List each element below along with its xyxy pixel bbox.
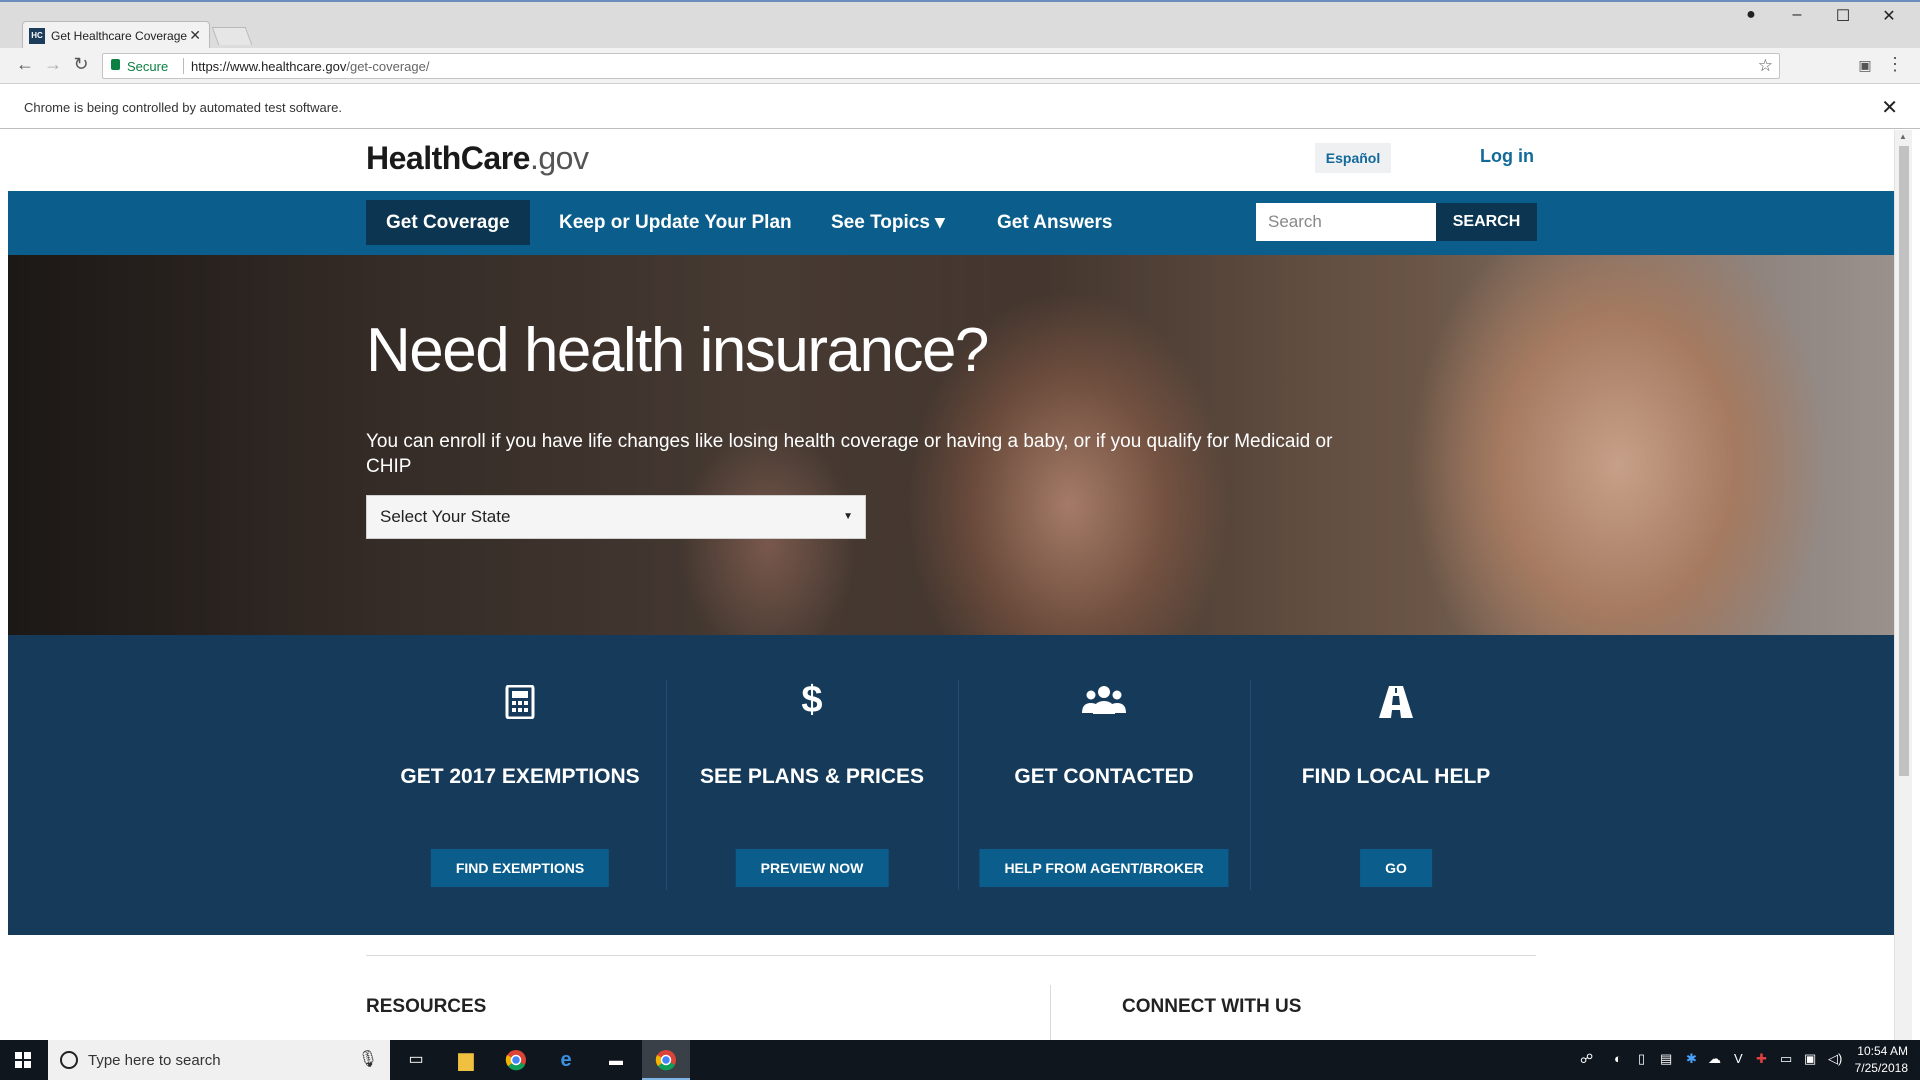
sync-tray-icon[interactable]: ◐ bbox=[1614, 1051, 1622, 1066]
menu-kebab-icon[interactable]: ⋮ bbox=[1884, 54, 1906, 75]
edge-icon[interactable]: e bbox=[542, 1040, 590, 1080]
cloud-tray-icon[interactable]: ☁ bbox=[1708, 1051, 1721, 1067]
connect-heading: CONNECT WITH US bbox=[1122, 996, 1302, 1017]
automation-notice: Chrome is being controlled by automated … bbox=[24, 100, 342, 115]
security-tray-icon[interactable]: ✚ bbox=[1756, 1051, 1767, 1067]
back-arrow-icon[interactable]: ← bbox=[14, 54, 36, 75]
url-path: /get-coverage/ bbox=[346, 59, 430, 74]
url-text[interactable]: https://www.healthcare.gov/get-coverage/ bbox=[191, 59, 429, 74]
hero-title: Need health insurance? bbox=[366, 316, 989, 385]
find-exemptions-button[interactable]: FIND EXEMPTIONS bbox=[430, 849, 610, 887]
terminal-icon[interactable]: ▬ bbox=[592, 1040, 640, 1080]
clock-time: 10:54 AM bbox=[1857, 1044, 1908, 1058]
go-button[interactable]: GO bbox=[1360, 849, 1432, 887]
omnibox-divider bbox=[183, 58, 184, 74]
nav-keep-update-plan[interactable]: Keep or Update Your Plan bbox=[539, 200, 812, 245]
browser-toolbar: ← → ↻ Secure https://www.healthcare.gov/… bbox=[0, 48, 1920, 84]
help-agent-broker-button[interactable]: HELP FROM AGENT/BROKER bbox=[979, 849, 1229, 887]
reload-icon[interactable]: ↻ bbox=[70, 54, 92, 75]
windows-logo-icon bbox=[15, 1052, 31, 1068]
feature-local-help: FIND LOCAL HELP GO bbox=[1250, 675, 1542, 887]
nav-get-coverage[interactable]: Get Coverage bbox=[366, 200, 530, 245]
url-host: https://www.healthcare.gov bbox=[191, 59, 347, 74]
features-band: GET 2017 EXEMPTIONS FIND EXEMPTIONS $ SE… bbox=[8, 635, 1894, 935]
network-tray-icon[interactable]: ▣ bbox=[1804, 1051, 1816, 1067]
lock-icon bbox=[111, 59, 120, 70]
footer-column-divider bbox=[1050, 985, 1051, 1040]
extension-icon[interactable]: ▣ bbox=[1854, 57, 1876, 74]
page-scrollbar[interactable]: ▲ bbox=[1894, 130, 1912, 1040]
footer-divider bbox=[366, 955, 1536, 956]
state-select[interactable]: Select Your State ▼ bbox=[366, 495, 866, 539]
espanol-button[interactable]: Español bbox=[1315, 143, 1391, 173]
browser-titlebar: HC Get Healthcare Coverage ✕ ● – ☐ ✕ bbox=[0, 0, 1920, 50]
logo-main: HealthCare bbox=[366, 140, 530, 176]
address-bar[interactable]: Secure https://www.healthcare.gov/get-co… bbox=[102, 53, 1780, 79]
feature-title: FIND LOCAL HELP bbox=[1301, 765, 1491, 788]
microphone-icon[interactable]: 🎙 bbox=[358, 1049, 378, 1069]
tab-close-icon[interactable]: ✕ bbox=[189, 27, 201, 44]
secure-label: Secure bbox=[127, 59, 169, 74]
web-page: HealthCare.gov Español Log in Get Covera… bbox=[8, 130, 1894, 1040]
window-close-icon[interactable]: ✕ bbox=[1874, 6, 1904, 26]
people-tray-icon[interactable]: ☍ bbox=[1580, 1051, 1593, 1067]
chrome-active-icon[interactable] bbox=[642, 1040, 690, 1080]
healthcare-logo[interactable]: HealthCare.gov bbox=[366, 140, 589, 177]
login-link[interactable]: Log in bbox=[1480, 146, 1534, 167]
feature-plans-prices: $ SEE PLANS & PRICES PREVIEW NOW bbox=[666, 675, 958, 887]
scrollbar-thumb[interactable] bbox=[1899, 146, 1909, 776]
task-view-icon[interactable]: ▭ bbox=[392, 1040, 440, 1080]
cortana-icon bbox=[60, 1051, 78, 1069]
dollar-icon: $ bbox=[801, 679, 823, 721]
main-nav: Get Coverage Keep or Update Your Plan Se… bbox=[8, 191, 1894, 255]
state-select-value: Select Your State bbox=[380, 507, 511, 526]
file-explorer-icon[interactable]: ▆ bbox=[442, 1040, 490, 1080]
search-button[interactable]: SEARCH bbox=[1436, 203, 1537, 241]
infobar-close-icon[interactable]: ✕ bbox=[1881, 95, 1898, 120]
start-button[interactable] bbox=[0, 1040, 48, 1080]
minimize-icon[interactable]: – bbox=[1782, 6, 1812, 24]
volume-tray-icon[interactable]: ◁) bbox=[1828, 1051, 1842, 1067]
keyboard-tray-icon[interactable]: ▤ bbox=[1660, 1051, 1672, 1067]
windows-taskbar: Type here to search 🎙 ▭ ▆ e ▬ ☍ ◐ ▯ ▤ ✱ … bbox=[0, 1040, 1920, 1080]
road-icon bbox=[1250, 685, 1542, 728]
nav-see-topics[interactable]: See Topics ▾ bbox=[811, 200, 965, 245]
nav-get-answers[interactable]: Get Answers bbox=[977, 200, 1132, 245]
forward-arrow-icon[interactable]: → bbox=[42, 54, 64, 75]
people-icon bbox=[958, 685, 1250, 724]
clock-date: 7/25/2018 bbox=[1854, 1061, 1908, 1075]
logo-suffix: .gov bbox=[529, 140, 589, 176]
search-input[interactable]: Search bbox=[1256, 203, 1436, 241]
battery-tray-icon[interactable]: ▭ bbox=[1780, 1051, 1792, 1067]
feature-exemptions: GET 2017 EXEMPTIONS FIND EXEMPTIONS bbox=[374, 675, 666, 887]
profile-icon[interactable]: ● bbox=[1736, 6, 1766, 24]
feature-title: GET 2017 EXEMPTIONS bbox=[400, 765, 640, 788]
taskbar-search[interactable]: Type here to search 🎙 bbox=[48, 1040, 390, 1080]
scroll-up-icon[interactable]: ▲ bbox=[1899, 132, 1907, 141]
feature-title: GET CONTACTED bbox=[1014, 765, 1194, 788]
automation-infobar: Chrome is being controlled by automated … bbox=[0, 85, 1920, 129]
preview-now-button[interactable]: PREVIEW NOW bbox=[735, 849, 889, 887]
vpn-tray-icon[interactable]: V bbox=[1734, 1051, 1743, 1066]
feature-get-contacted: GET CONTACTED HELP FROM AGENT/BROKER bbox=[958, 675, 1250, 887]
browser-tab[interactable]: HC Get Healthcare Coverage ✕ bbox=[22, 21, 210, 50]
hero-text: You can enroll if you have life changes … bbox=[366, 431, 1333, 477]
favicon-icon: HC bbox=[29, 28, 45, 44]
usb-tray-icon[interactable]: ▯ bbox=[1638, 1051, 1645, 1067]
hero-banner: Need health insurance? You can enroll if… bbox=[8, 255, 1894, 635]
calculator-icon bbox=[374, 684, 666, 728]
taskbar-clock[interactable]: 10:54 AM 7/25/2018 bbox=[1855, 1043, 1908, 1077]
bluetooth-tray-icon[interactable]: ✱ bbox=[1686, 1051, 1697, 1067]
maximize-icon[interactable]: ☐ bbox=[1828, 6, 1858, 26]
chrome-icon[interactable] bbox=[492, 1040, 540, 1080]
new-tab-button[interactable] bbox=[211, 27, 253, 45]
bookmark-star-icon[interactable]: ☆ bbox=[1758, 56, 1773, 76]
feature-title: SEE PLANS & PRICES bbox=[699, 765, 925, 788]
chevron-down-icon: ▼ bbox=[843, 511, 853, 522]
taskbar-search-placeholder: Type here to search bbox=[88, 1052, 221, 1069]
resources-heading: RESOURCES bbox=[366, 996, 487, 1017]
tab-title: Get Healthcare Coverage bbox=[51, 29, 188, 43]
